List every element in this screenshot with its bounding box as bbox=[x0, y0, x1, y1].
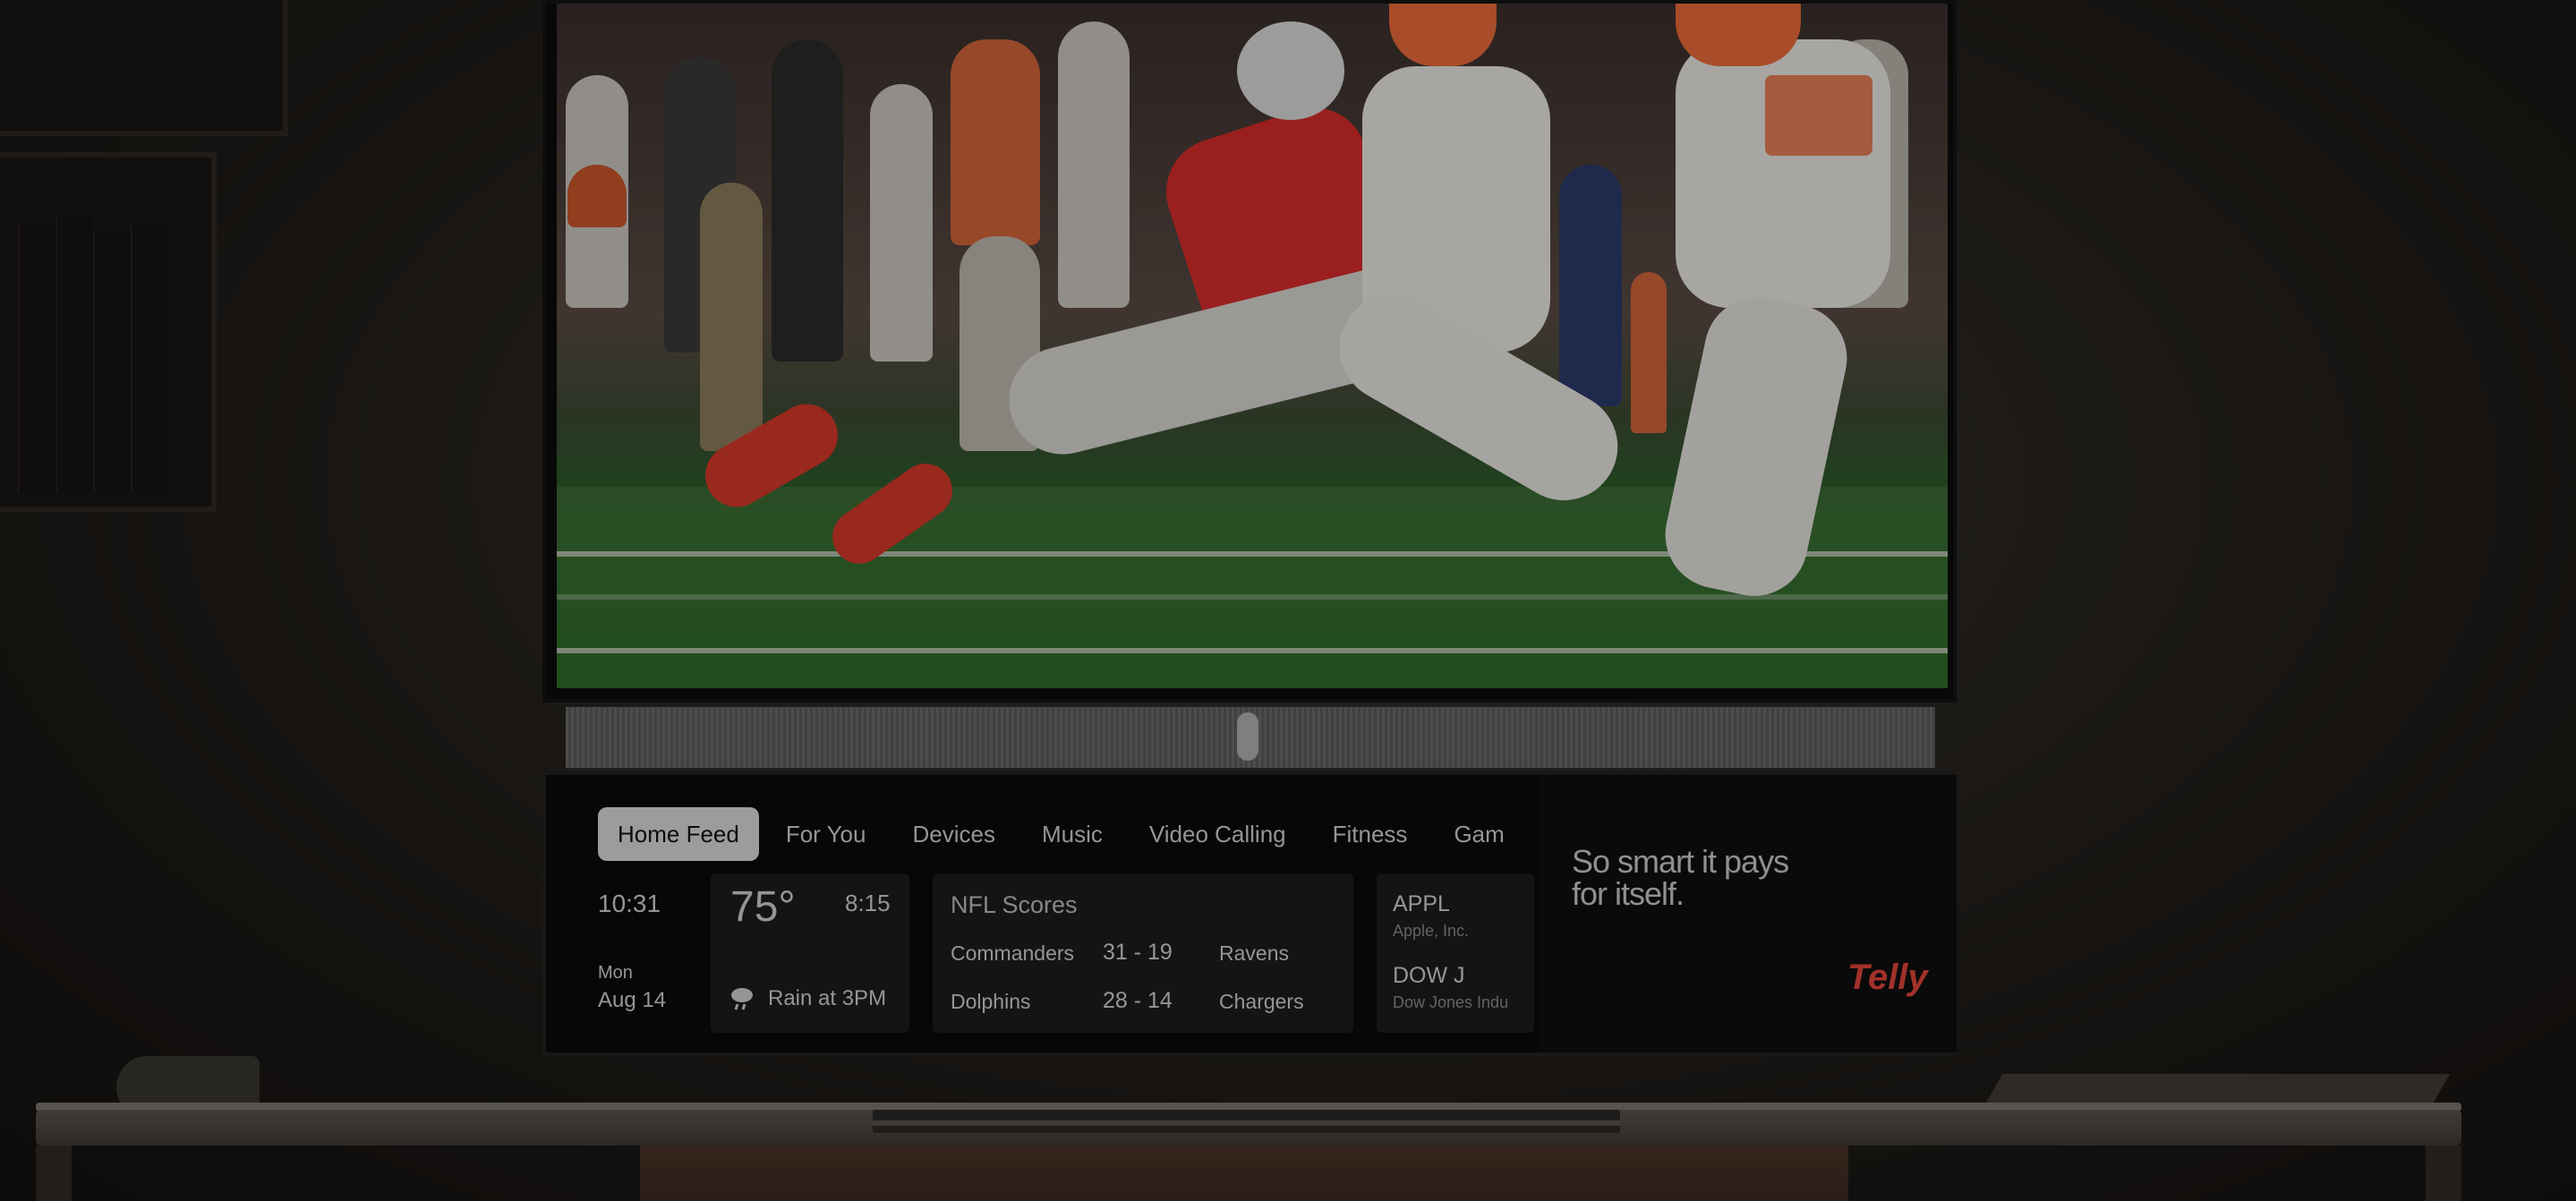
yard-line bbox=[557, 648, 1948, 653]
tab-music[interactable]: Music bbox=[1022, 807, 1122, 861]
stock-symbol: DOW J bbox=[1393, 963, 1465, 988]
nav-tabs: Home Feed For You Devices Music Video Ca… bbox=[598, 807, 1582, 861]
white-player-helmet bbox=[1389, 4, 1497, 66]
tab-video-calling[interactable]: Video Calling bbox=[1130, 807, 1306, 861]
tab-devices[interactable]: Devices bbox=[892, 807, 1014, 861]
book bbox=[55, 215, 93, 492]
book bbox=[131, 224, 168, 492]
weather-forecast: Rain at 3PM bbox=[768, 986, 887, 1010]
tab-home-feed[interactable]: Home Feed bbox=[598, 807, 759, 861]
sideline-person bbox=[1631, 272, 1667, 433]
nfl-home-team: Commanders bbox=[951, 941, 1075, 965]
tab-fitness[interactable]: Fitness bbox=[1313, 807, 1428, 861]
tv-screen bbox=[542, 0, 1957, 703]
telly-ad[interactable]: So smart it pays for itself. Telly bbox=[1540, 775, 1957, 1052]
stock-name: Apple, Inc. bbox=[1393, 922, 1470, 940]
player-46-number bbox=[1765, 75, 1872, 156]
clock-widget[interactable]: 10:31 Mon Aug 14 bbox=[598, 873, 705, 1033]
book bbox=[18, 224, 55, 492]
stocks-widget[interactable]: APPL Apple, Inc. DOW J Dow Jones Indu bbox=[1377, 873, 1534, 1033]
yard-line bbox=[557, 594, 1948, 600]
sideline-person bbox=[1058, 21, 1130, 308]
nfl-scores-widget[interactable]: NFL Scores Commanders 31 - 19 Ravens Dol… bbox=[933, 873, 1353, 1033]
nfl-title: NFL Scores bbox=[951, 891, 1078, 918]
book bbox=[93, 233, 131, 492]
sideline-person bbox=[951, 39, 1040, 245]
smart-panel: Home Feed For You Devices Music Video Ca… bbox=[542, 771, 1957, 1056]
nfl-home-team: Dolphins bbox=[951, 990, 1031, 1013]
football-game-video[interactable] bbox=[557, 4, 1948, 688]
rain-cloud-icon bbox=[731, 988, 753, 1010]
media-stand-wood bbox=[640, 1146, 1848, 1201]
ad-headline: for itself. bbox=[1572, 875, 1685, 912]
nfl-away-team: Chargers bbox=[1219, 990, 1304, 1013]
tab-games[interactable]: Gam bbox=[1434, 807, 1523, 861]
weather-temp: 75° bbox=[730, 883, 796, 931]
sideline-person bbox=[772, 39, 843, 362]
stand-leg bbox=[36, 1146, 72, 1201]
clock-day: Mon bbox=[598, 963, 633, 983]
clock-time: 10:31 bbox=[598, 890, 661, 917]
nfl-score: 28 - 14 bbox=[1103, 988, 1173, 1013]
sideline-person bbox=[870, 84, 933, 362]
clock-date: Aug 14 bbox=[598, 988, 667, 1012]
nfl-away-team: Ravens bbox=[1219, 941, 1289, 965]
red-player-helmet bbox=[1237, 21, 1344, 120]
nfl-score: 31 - 19 bbox=[1103, 940, 1173, 965]
weather-widget[interactable]: 75° 8:15 Rain at 3PM bbox=[711, 873, 909, 1033]
sideline-person bbox=[700, 183, 763, 451]
sideline-person bbox=[567, 165, 627, 227]
weather-time: 8:15 bbox=[845, 890, 891, 916]
stand-leg bbox=[2426, 1146, 2461, 1201]
telly-logo: Telly bbox=[1847, 958, 1928, 997]
camera-icon[interactable] bbox=[1237, 712, 1258, 761]
tab-for-you[interactable]: For You bbox=[766, 807, 886, 861]
player-46-helmet bbox=[1676, 4, 1801, 66]
sideline-person bbox=[1559, 165, 1622, 406]
television bbox=[542, 0, 1957, 771]
stock-symbol: APPL bbox=[1393, 891, 1450, 916]
tv-base-edge bbox=[873, 1120, 1620, 1126]
bookshelf-top bbox=[0, 0, 288, 136]
stock-name: Dow Jones Indu bbox=[1393, 993, 1509, 1011]
